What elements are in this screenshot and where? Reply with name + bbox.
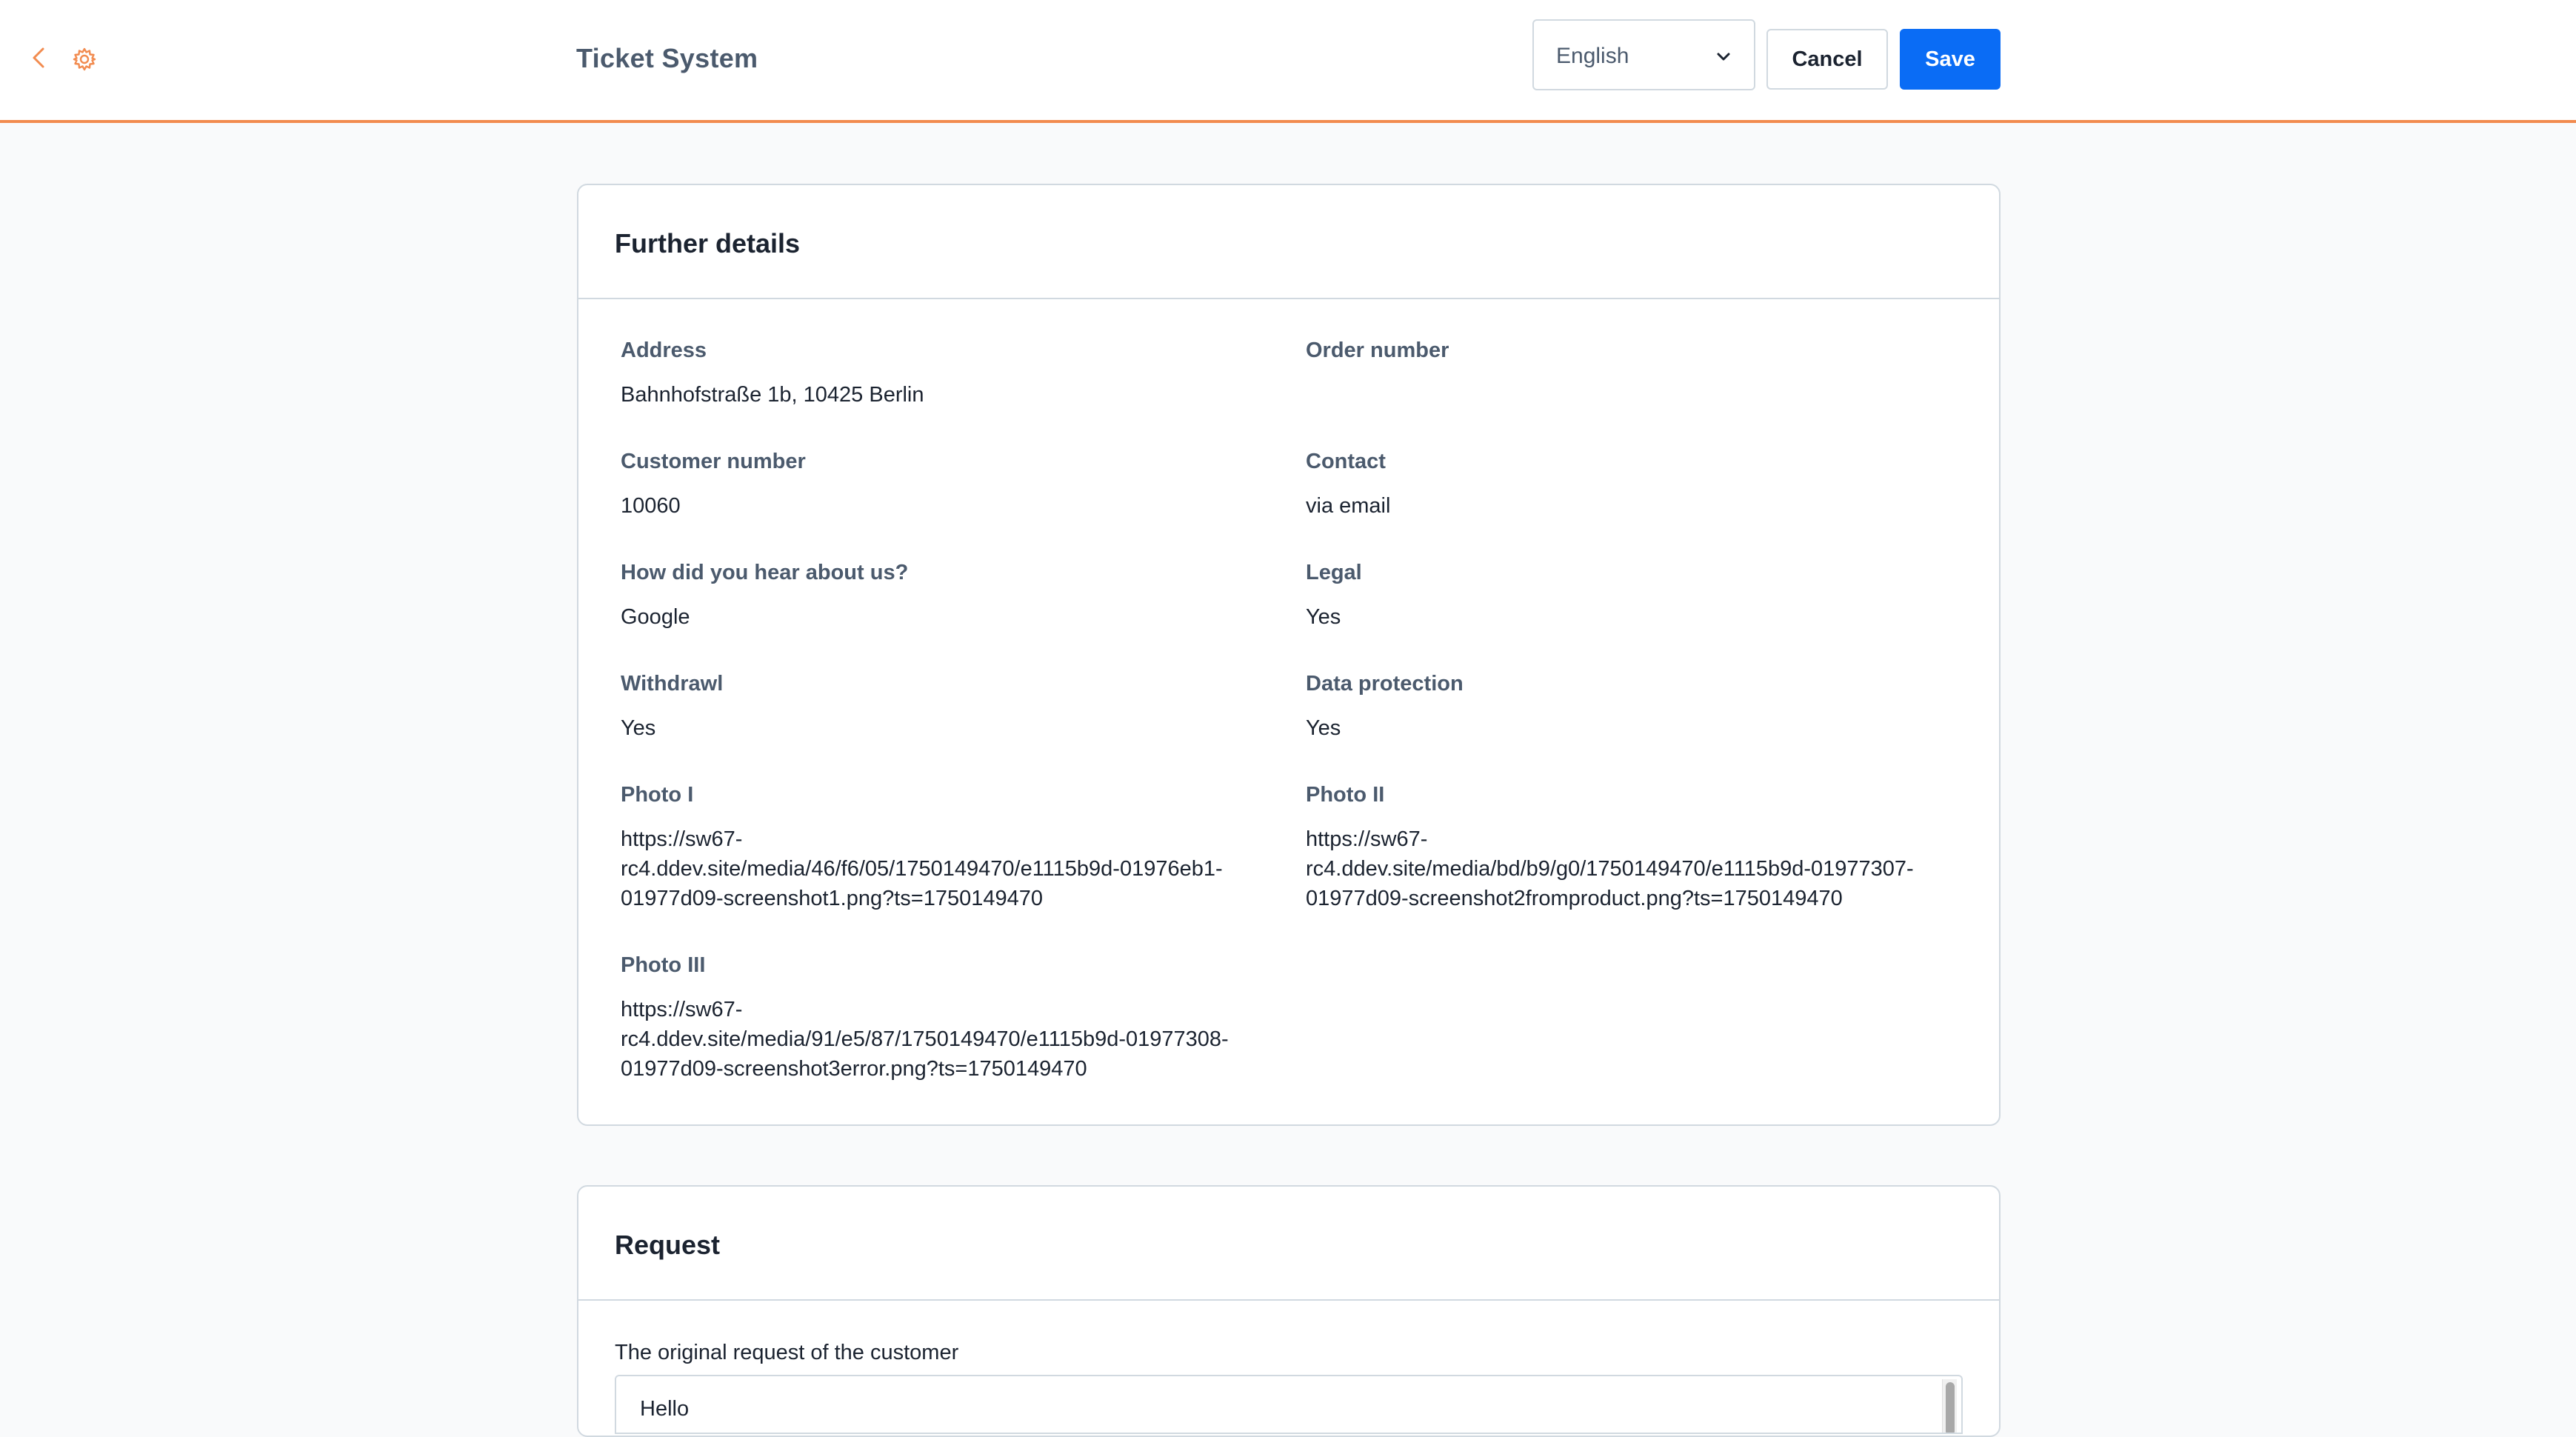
field-label: Address (621, 339, 707, 362)
field-referral-source: How did you hear about us? Google (621, 559, 908, 632)
top-bar: Ticket System English Cancel Save (0, 0, 2576, 123)
card-header: Further details (578, 185, 1999, 299)
field-withdrawl: Withdrawl Yes (621, 670, 723, 743)
field-label: Photo II (1306, 783, 1385, 807)
field-label: Legal (1306, 561, 1362, 584)
request-textarea[interactable]: Hello (615, 1375, 1963, 1434)
field-label: Customer number (621, 450, 806, 473)
field-label: Order number (1306, 339, 1449, 362)
chevron-left-icon[interactable] (27, 44, 53, 71)
field-value: 10060 (621, 494, 681, 518)
field-value: https://sw67- rc4.ddev.site/media/46/f6/… (621, 827, 1223, 910)
field-label: How did you hear about us? (621, 561, 909, 584)
field-value: Yes (621, 716, 656, 740)
field-label: Photo III (621, 953, 706, 977)
field-customer-number: Customer number 10060 (621, 448, 806, 521)
field-label: Data protection (1306, 672, 1464, 696)
field-label: Contact (1306, 450, 1386, 473)
scrollbar-thumb[interactable] (1946, 1382, 1955, 1433)
field-value: Yes (1306, 605, 1341, 629)
field-value: https://sw67- rc4.ddev.site/media/91/e5/… (621, 998, 1229, 1081)
field-label: Withdrawl (621, 672, 724, 696)
card-title: Request (615, 1230, 721, 1260)
cancel-button[interactable]: Cancel (1766, 29, 1888, 90)
field-value: Bahnhofstraße 1b, 10425 Berlin (621, 383, 924, 407)
card-header: Request (578, 1187, 1999, 1301)
card-title: Further details (615, 228, 801, 259)
request-field-label: The original request of the customer (615, 1341, 959, 1364)
field-value: Google (621, 605, 690, 629)
field-value: https://sw67- rc4.ddev.site/media/bd/b9/… (1306, 827, 1914, 910)
request-card: Request The original request of the cust… (577, 1185, 2001, 1437)
gear-icon[interactable] (71, 46, 98, 73)
further-details-card: Further details Address Bahnhofstraße 1b… (577, 184, 2001, 1126)
chevron-down-icon (1717, 53, 1730, 61)
field-photo-2: Photo II https://sw67- rc4.ddev.site/med… (1306, 781, 1914, 913)
language-select[interactable]: English (1532, 19, 1755, 90)
textarea-scrollbar[interactable] (1942, 1379, 1957, 1433)
field-photo-1: Photo I https://sw67- rc4.ddev.site/medi… (621, 781, 1223, 913)
field-value: Yes (1306, 716, 1341, 740)
field-data-protection: Data protection Yes (1306, 670, 1464, 743)
field-contact: Contact via email (1306, 448, 1390, 521)
language-select-value: English (1556, 44, 1629, 68)
field-order-number: Order number (1306, 337, 1449, 380)
request-text: Hello (640, 1397, 690, 1421)
field-label: Photo I (621, 783, 694, 807)
field-photo-3: Photo III https://sw67- rc4.ddev.site/me… (621, 952, 1229, 1084)
field-address: Address Bahnhofstraße 1b, 10425 Berlin (621, 337, 924, 410)
field-legal: Legal Yes (1306, 559, 1362, 632)
field-value: via email (1306, 494, 1391, 518)
save-button[interactable]: Save (1900, 29, 2001, 90)
page-title: Ticket System (576, 43, 758, 73)
